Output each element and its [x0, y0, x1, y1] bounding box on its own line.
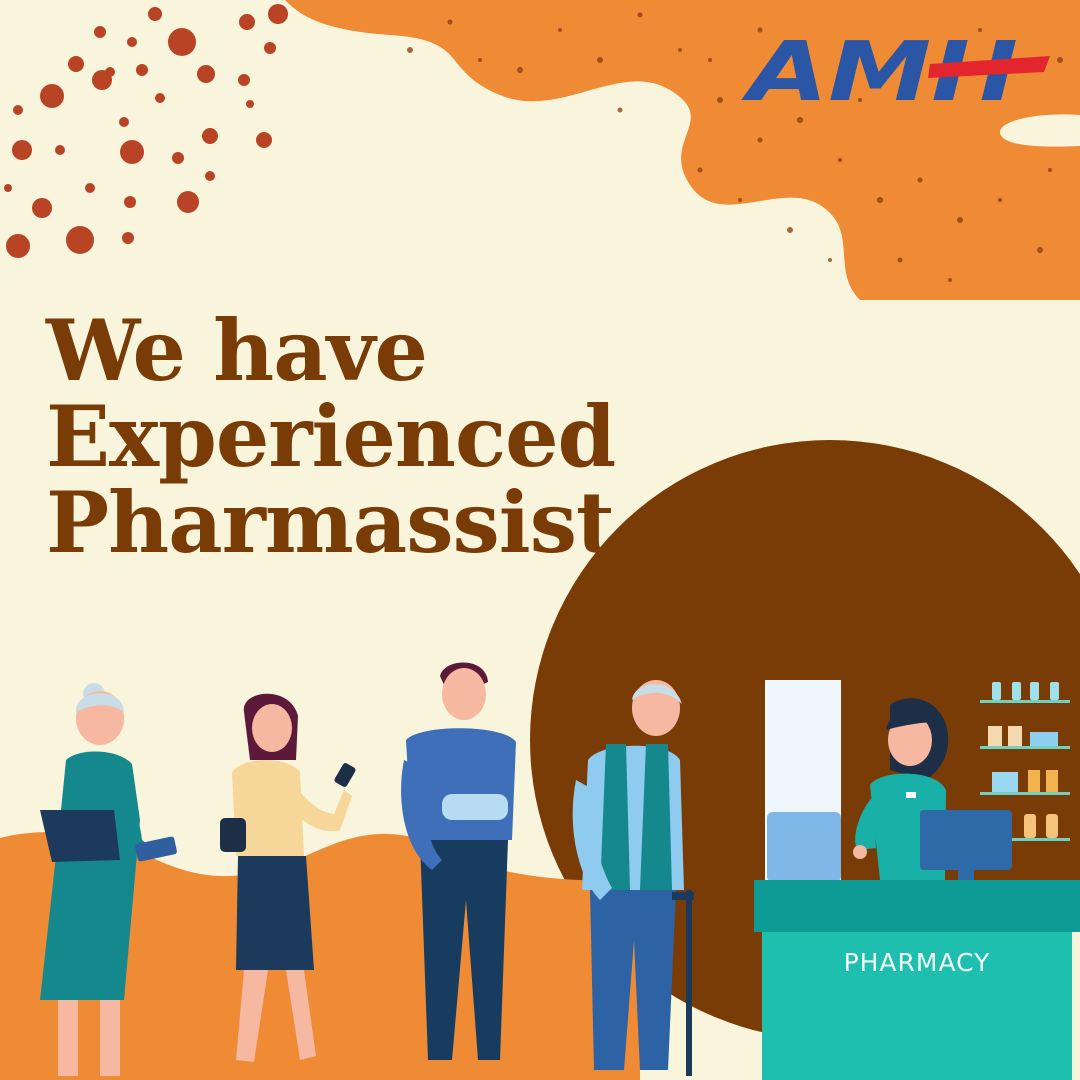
headline-line-3: Pharmassist. — [46, 473, 643, 572]
pharmacy-sign: PHARMACY — [762, 948, 1072, 977]
amh-logo: AMH — [740, 25, 1050, 118]
headline: We have Experienced Pharmassist. — [46, 301, 643, 572]
headline-line-1: We have — [46, 301, 428, 400]
poster: AMH We have Experienced Pharmassist. PHA… — [0, 0, 1080, 1080]
pharmacy-sign-label: PHARMACY — [843, 948, 991, 977]
counter-top — [754, 880, 1080, 932]
red-dot-pattern — [4, 4, 288, 258]
register-monitor — [920, 810, 1012, 880]
headline-line-2: Experienced — [46, 387, 616, 486]
